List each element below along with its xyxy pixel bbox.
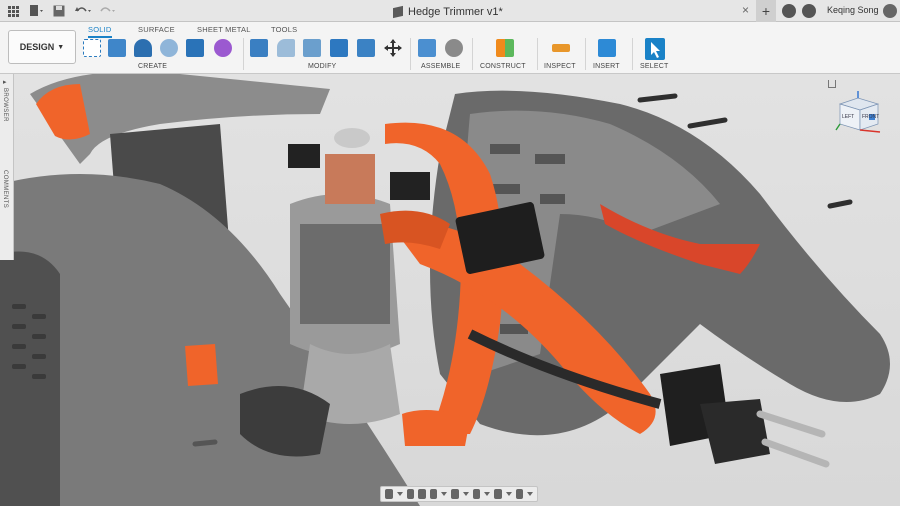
workspace-switcher[interactable]: DESIGN ▼ — [8, 30, 76, 64]
grid-settings-icon[interactable] — [494, 489, 502, 499]
document-tab[interactable]: Hedge Trimmer v1* — [393, 3, 503, 20]
shell-icon[interactable] — [330, 39, 348, 57]
commutator — [325, 154, 375, 204]
plus-icon: + — [761, 3, 771, 19]
redo-icon[interactable] — [98, 3, 118, 19]
viewcube-front-label: FRONT — [862, 114, 880, 120]
browser-toggle[interactable]: BROWSER — [2, 88, 8, 122]
box-icon[interactable] — [186, 39, 204, 57]
create-form-icon[interactable] — [214, 39, 232, 57]
select-cursor-icon[interactable] — [645, 38, 665, 60]
help-icon[interactable] — [883, 4, 897, 18]
caret-down-icon[interactable] — [527, 492, 533, 496]
caret-down-icon: ▼ — [57, 43, 65, 51]
group-assemble[interactable]: ASSEMBLE — [421, 63, 460, 70]
bearing — [334, 128, 370, 148]
caret-down-icon[interactable] — [441, 492, 447, 496]
pan-icon[interactable] — [418, 489, 426, 499]
group-create[interactable]: CREATE — [138, 63, 167, 70]
file-menu-icon[interactable] — [28, 3, 46, 19]
revolve-icon[interactable] — [134, 39, 152, 57]
brush-holder-left — [288, 144, 320, 168]
comments-toggle[interactable]: COMMENTS — [2, 170, 8, 208]
fillet-icon[interactable] — [277, 39, 295, 57]
undo-icon[interactable] — [74, 3, 94, 19]
group-select[interactable]: SELECT — [640, 63, 668, 70]
create-sketch-icon[interactable] — [83, 39, 101, 57]
panel-toggle-icon[interactable]: ▸ — [3, 78, 7, 86]
document-title: Hedge Trimmer v1* — [408, 5, 503, 18]
hedge-trimmer-model — [0, 74, 890, 506]
save-icon[interactable] — [52, 3, 66, 19]
vent-panel — [0, 251, 60, 506]
display-settings-icon[interactable] — [472, 489, 480, 499]
divider — [243, 38, 244, 70]
title-bar: Hedge Trimmer v1* × + Keqing Song — [0, 0, 900, 22]
cube-icon — [393, 5, 403, 18]
divider — [632, 38, 633, 70]
plug-prongs — [756, 410, 830, 468]
brush-holder-right — [390, 172, 430, 200]
chamfer-icon[interactable] — [303, 39, 321, 57]
tab-solid[interactable]: SOLID — [88, 25, 112, 38]
move-icon[interactable] — [384, 39, 402, 57]
tab-surface[interactable]: SURFACE — [138, 25, 175, 34]
view-cube[interactable]: LEFT FRONT — [834, 90, 884, 134]
zoom-icon[interactable] — [429, 489, 437, 499]
caret-down-icon[interactable] — [396, 492, 403, 496]
extrude-icon[interactable] — [108, 39, 126, 57]
side-panel: ▸ BROWSER COMMENTS — [0, 74, 14, 260]
tab-sheet-metal[interactable]: SHEET METAL — [197, 25, 251, 34]
caret-down-icon[interactable] — [462, 492, 469, 496]
measure-icon[interactable] — [552, 44, 570, 52]
new-component-icon[interactable] — [418, 39, 436, 57]
press-pull-icon[interactable] — [250, 39, 268, 57]
divider — [472, 38, 473, 70]
divider — [537, 38, 538, 70]
divider — [410, 38, 411, 70]
navigation-bar — [380, 486, 538, 502]
workspace-label: DESIGN — [19, 42, 55, 52]
offset-plane-icon[interactable] — [496, 39, 514, 57]
job-status-icon[interactable] — [802, 4, 816, 18]
insert-image-icon[interactable] — [598, 39, 616, 57]
caret-down-icon[interactable] — [505, 492, 512, 496]
viewcube-left-label: LEFT — [842, 114, 855, 120]
caret-down-icon[interactable] — [484, 492, 490, 496]
group-modify[interactable]: MODIFY — [308, 63, 336, 70]
combine-icon[interactable] — [357, 39, 375, 57]
hole-icon[interactable] — [160, 39, 178, 57]
divider — [585, 38, 586, 70]
plug-cap — [700, 399, 770, 464]
joint-icon[interactable] — [445, 39, 463, 57]
user-name[interactable]: Keqing Song — [827, 5, 879, 15]
extensions-icon[interactable] — [782, 4, 796, 18]
pin — [192, 439, 218, 447]
home-view-icon[interactable] — [828, 80, 836, 88]
viewport-canvas[interactable] — [0, 74, 900, 506]
group-insert[interactable]: INSERT — [593, 63, 620, 70]
close-tab-button[interactable]: × — [742, 3, 749, 17]
fit-icon[interactable] — [451, 489, 459, 499]
motor-core — [300, 224, 390, 324]
orbit-icon[interactable] — [385, 489, 393, 499]
group-inspect[interactable]: INSPECT — [544, 63, 576, 70]
look-at-icon[interactable] — [406, 489, 414, 499]
app-grid-icon[interactable] — [6, 3, 20, 19]
new-tab-button[interactable]: + — [756, 0, 776, 22]
viewports-icon[interactable] — [515, 489, 523, 499]
toolbar-ribbon: DESIGN ▼ SOLID SURFACE SHEET METAL TOOLS… — [0, 22, 900, 74]
mount-bracket — [185, 344, 218, 386]
group-construct[interactable]: CONSTRUCT — [480, 63, 526, 70]
tab-tools[interactable]: TOOLS — [271, 25, 297, 34]
